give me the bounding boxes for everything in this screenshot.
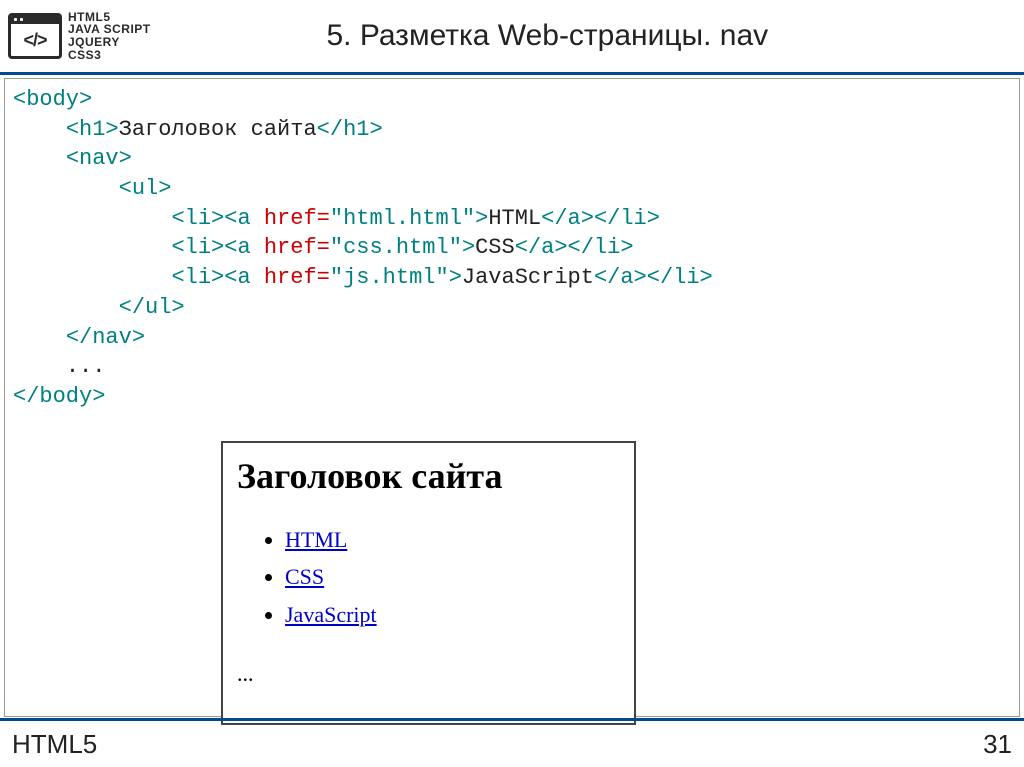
preview-dots: ... [237,661,620,687]
code-attr: href= [251,235,330,260]
logo-block: </> HTML5 JAVA SCRIPT JQUERY CSS3 [8,11,151,61]
code-icon-glyph: </> [11,24,59,56]
code-text: Заголовок сайта [119,117,317,142]
slide-title: 5. Разметка Web-страницы. nav [151,19,1014,53]
code-token: </li> [594,206,660,231]
code-icon: </> [8,13,62,59]
code-block: <body> <h1>Заголовок сайта</h1> <nav> <u… [13,85,1011,412]
code-token: <li> [171,235,224,260]
code-token: <nav> [66,146,132,171]
code-text: ... [66,354,106,379]
code-token: > [475,206,488,231]
code-token: "css.html" [330,235,462,260]
code-token: </li> [568,235,634,260]
preview-link-html[interactable]: HTML [285,527,347,552]
preview-box: Заголовок сайта HTML CSS JavaScript ... [221,441,636,725]
code-token: </a> [594,265,647,290]
code-token: </a> [541,206,594,231]
code-attr: href= [251,206,330,231]
code-token: </body> [13,384,105,409]
logo-text: HTML5 JAVA SCRIPT JQUERY CSS3 [68,11,151,61]
preview-link-js[interactable]: JavaScript [285,602,377,627]
code-token: </li> [647,265,713,290]
code-token: > [462,235,475,260]
code-text: JavaScript [462,265,594,290]
preview-heading: Заголовок сайта [237,455,620,497]
preview-link-css[interactable]: CSS [285,564,324,589]
code-token: "js.html" [330,265,449,290]
code-token: <a [224,265,250,290]
code-token: <body> [13,87,92,112]
slide-footer: HTML5 31 [0,718,1024,767]
code-token: <a [224,206,250,231]
footer-left: HTML5 [12,729,97,760]
code-token: <ul> [119,176,172,201]
slide: </> HTML5 JAVA SCRIPT JQUERY CSS3 5. Раз… [0,0,1024,767]
code-token: </nav> [66,325,145,350]
list-item: HTML [285,521,620,558]
code-token: </a> [515,235,568,260]
page-number: 31 [983,729,1012,760]
code-token: <a [224,235,250,260]
list-item: CSS [285,558,620,595]
code-token: "html.html" [330,206,475,231]
code-token: <li> [171,206,224,231]
code-text: CSS [475,235,515,260]
preview-list: HTML CSS JavaScript [237,521,620,633]
code-token: </h1> [317,117,383,142]
list-item: JavaScript [285,596,620,633]
code-token: > [449,265,462,290]
code-token: </ul> [119,295,185,320]
code-token: <h1> [66,117,119,142]
slide-header: </> HTML5 JAVA SCRIPT JQUERY CSS3 5. Раз… [0,0,1024,75]
code-token: <li> [171,265,224,290]
content-area: <body> <h1>Заголовок сайта</h1> <nav> <u… [4,78,1020,717]
code-attr: href= [251,265,330,290]
code-text: HTML [488,206,541,231]
